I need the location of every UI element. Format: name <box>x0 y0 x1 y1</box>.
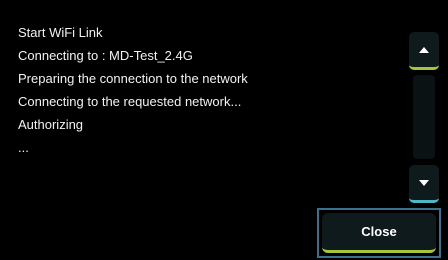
wifi-link-dialog: Start WiFi Link Connecting to : MD-Test_… <box>0 0 448 260</box>
close-button[interactable]: Close <box>322 213 436 253</box>
log-line: Connecting to : MD-Test_2.4G <box>18 48 193 63</box>
log-line: Start WiFi Link <box>18 25 103 40</box>
log-line: Connecting to the requested network... <box>18 94 242 109</box>
connection-log: Start WiFi Link Connecting to : MD-Test_… <box>18 25 398 163</box>
log-line: Authorizing <box>18 117 84 132</box>
log-line: ... <box>18 140 29 155</box>
caret-down-icon <box>419 179 429 186</box>
log-line: Preparing the connection to the network <box>18 71 248 86</box>
caret-up-icon <box>419 46 429 53</box>
scroll-up-button[interactable] <box>409 32 439 70</box>
scroll-track[interactable] <box>413 75 435 159</box>
scroll-down-button[interactable] <box>409 165 439 203</box>
